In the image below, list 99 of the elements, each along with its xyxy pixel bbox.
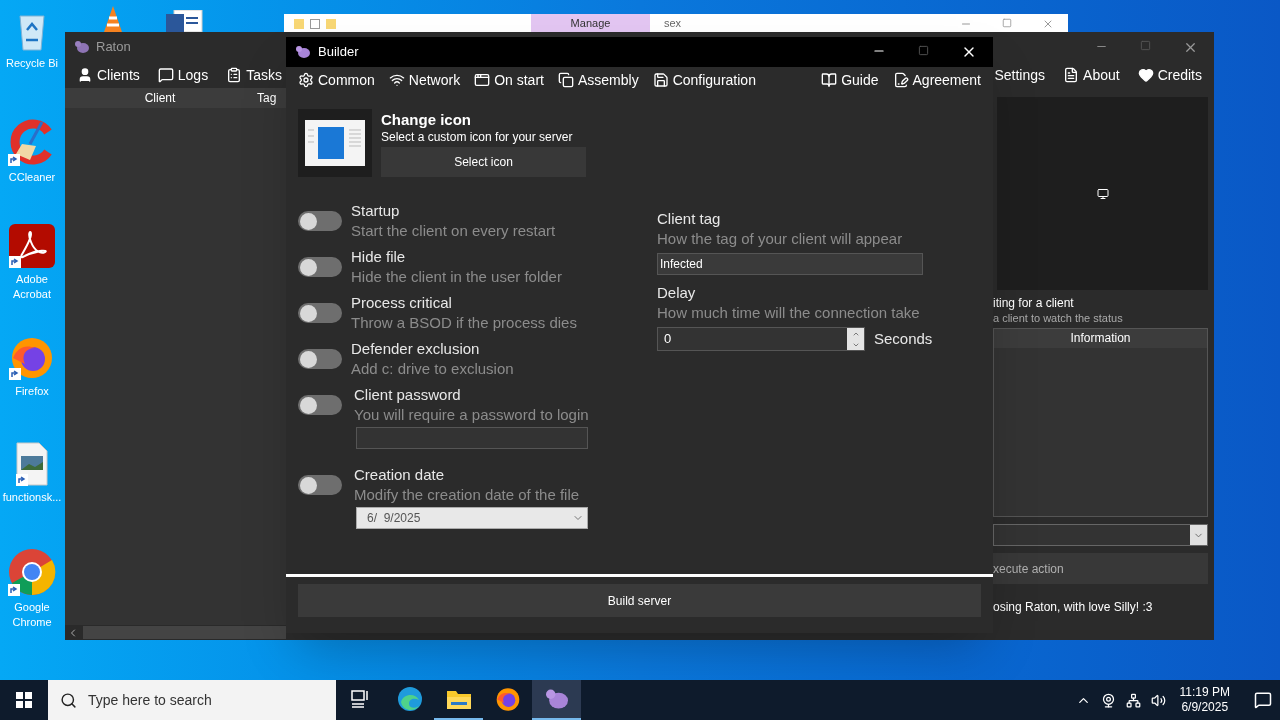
document-icon [166,10,204,32]
option-description: Start the client on every restart [351,221,556,241]
browser-logo-icon [8,548,56,596]
task-view-icon [350,690,371,708]
clock-time: 11:19 PM [1179,685,1230,700]
build-server-button[interactable]: Build server [298,584,981,617]
toggle-switch[interactable] [298,349,342,369]
window-title: Builder [318,43,359,62]
menu-item[interactable]: Agreement [888,69,985,91]
option-description: Hide the client in the user folder [351,267,562,287]
pdf-app-icon [9,224,55,268]
wave-logo-icon [396,686,423,712]
menu-item[interactable]: Credits [1133,64,1206,86]
delay-value: 0 [663,330,673,349]
search-icon [60,691,77,709]
menu-item[interactable]: Assembly [553,69,643,91]
shortcut-arrow-icon [8,584,20,596]
toggle-switch[interactable] [298,475,342,495]
window-app-icon [305,120,365,166]
toggle-switch[interactable] [298,257,342,277]
menu-item[interactable]: On start [470,69,548,91]
clipboard-icon [226,67,243,83]
field-label: Client tag [657,209,722,229]
path-text: sex [664,16,682,30]
credits-text: osing Raton, with love Silly! :3 [993,599,1154,616]
monitor-icon [1096,187,1109,200]
rat-logo-icon [74,40,90,54]
option-title: Process critical [351,293,453,313]
option-title: Startup [351,201,401,221]
search-placeholder: Type here to search [88,690,212,710]
field-label: Delay [657,283,697,303]
unit-label: Seconds [874,328,933,349]
option-title: Defender exclusion [351,339,481,359]
copy-icon [557,72,574,88]
clock-date: 6/9/2025 [1181,700,1229,715]
delay-number-field[interactable]: 0 [657,327,865,351]
toggle-switch[interactable] [298,395,342,415]
speaker-icon[interactable] [1150,692,1166,708]
window-title: Raton [96,38,131,57]
option-description: Modify the creation date of the file [353,485,580,505]
column-header[interactable]: Tag [257,89,277,107]
menu-item[interactable]: Logs [153,64,213,86]
date-picker[interactable]: 6/ 9/2025 [356,507,588,529]
status-title: iting for a client [993,296,1075,311]
search-box[interactable]: Type here to search [48,680,336,720]
clock[interactable]: 11:19 PM 6/9/2025 [1175,685,1234,715]
select-icon-button[interactable]: Select icon [381,147,586,177]
heart-icon [1137,67,1154,83]
menu-item[interactable]: Configuration [648,69,760,91]
menu-item[interactable]: Common [294,69,379,91]
menu-item[interactable]: About [1059,64,1124,86]
column-header[interactable]: Information [994,329,1207,348]
network-icon[interactable] [1125,692,1141,708]
shortcut-arrow-icon [9,368,21,380]
menu-item[interactable]: Network [384,69,465,91]
gear-icon [298,72,314,88]
document-icon [892,72,909,88]
shortcut-arrow-icon [9,256,21,268]
ribbon-tab[interactable]: Manage [531,14,650,32]
option-title: Client password [353,385,462,405]
chat-icon [157,67,174,83]
field-description: How much time will the connection take [657,303,921,323]
option-description: You will require a password to login [353,405,589,425]
rat-logo-icon [543,688,570,710]
rat-logo-icon [295,45,311,59]
shortcut-arrow-icon [16,474,28,486]
notification-icon[interactable] [1254,691,1272,709]
fox-globe-icon [494,686,521,712]
shortcut-arrow-icon [8,154,20,166]
menu-item[interactable]: Settings [990,64,1050,86]
document-icon [1063,67,1080,83]
taskbar-app[interactable] [532,680,581,720]
user-icon [77,67,93,83]
date-value: 6/ 9/2025 [367,510,421,527]
menu-item[interactable]: Clients [73,64,144,86]
field-description: How the tag of your client will appear [657,229,904,249]
window-icon [474,72,491,88]
section-title: Change icon [381,110,472,129]
book-icon [821,72,838,88]
folder-icon [445,688,472,710]
option-title: Hide file [351,247,407,267]
image-file-icon [16,442,48,486]
menu-item[interactable]: Guide [817,69,883,91]
option-title: Creation date [353,465,446,485]
webcam-icon[interactable] [1100,692,1116,708]
toggle-switch[interactable] [298,303,342,323]
section-subtitle: Select a custom icon for your server [381,129,574,145]
windows-logo-icon [16,692,32,708]
execute-action-button[interactable]: xecute action [993,553,1208,584]
option-description: Throw a BSOD if the process dies [351,313,577,333]
column-header[interactable]: Client [65,89,255,107]
client-tag-field[interactable]: Infected [657,253,923,275]
password-field[interactable] [356,427,588,449]
status-subtitle: a client to watch the status [993,311,1124,325]
wifi-icon [388,72,405,88]
action-dropdown[interactable] [993,524,1208,546]
menu-item[interactable]: Tasks [222,64,286,86]
option-description: Add c: drive to exclusion [351,359,514,379]
toggle-switch[interactable] [298,211,342,231]
